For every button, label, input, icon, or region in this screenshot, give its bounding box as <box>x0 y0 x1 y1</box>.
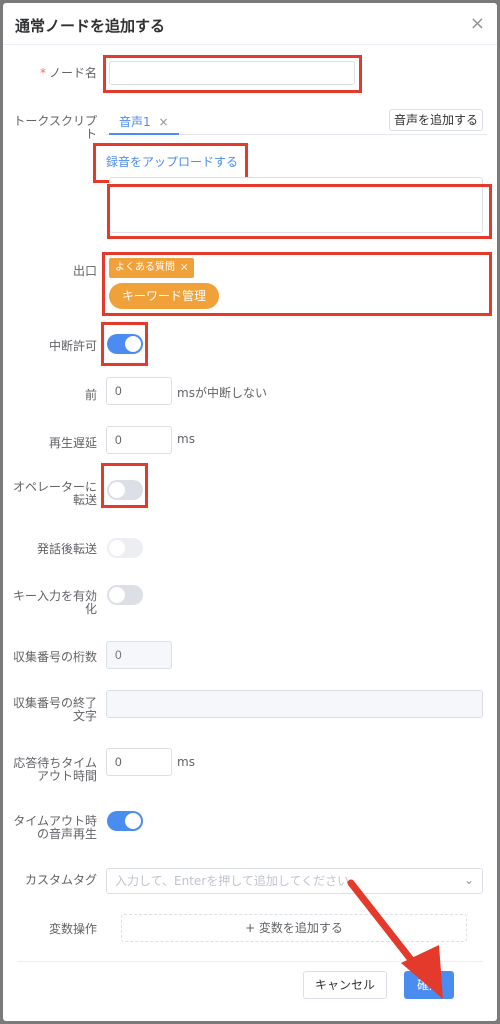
response-timeout-unit: ms <box>177 755 195 769</box>
add-variable-button[interactable]: + 変数を追加する <box>121 914 467 942</box>
playback-delay-unit: ms <box>177 432 195 446</box>
collect-end-char-input[interactable] <box>106 690 483 718</box>
close-icon[interactable]: × <box>180 262 188 273</box>
transfer-operator-label: オペレーターに転送 <box>12 480 97 507</box>
toggle-knob <box>109 482 125 498</box>
custom-tag-select[interactable]: 入力して、Enterを押して追加してください ⌄ <box>106 868 483 894</box>
toggle-knob <box>109 587 125 603</box>
collect-end-char-label: 収集番号の終了文字 <box>12 696 97 723</box>
add-voice-button[interactable]: 音声を追加する <box>389 109 483 131</box>
timeout-playback-label: タイムアウト時の音声再生 <box>13 814 97 841</box>
response-timeout-label: 応答待ちタイムアウト時間 <box>13 756 97 783</box>
transfer-after-label: 発話後転送 <box>36 542 97 556</box>
close-icon[interactable]: × <box>470 13 485 34</box>
toggle-knob <box>125 813 141 829</box>
talk-script-textarea[interactable] <box>109 177 483 233</box>
faq-tag: よくある質問 × <box>109 258 195 278</box>
cancel-button[interactable]: キャンセル <box>303 971 387 999</box>
custom-tag-placeholder: 入力して、Enterを押して追加してください <box>115 874 350 888</box>
keyword-management-button[interactable]: キーワード管理 <box>109 283 220 309</box>
dialog-title: 通常ノードを追加する <box>15 17 166 35</box>
transfer-after-toggle[interactable] <box>107 538 143 558</box>
upload-recording-link[interactable]: 録音をアップロードする <box>106 153 238 170</box>
transfer-operator-toggle[interactable] <box>107 480 143 500</box>
key-input-toggle[interactable] <box>107 585 143 605</box>
chevron-down-icon: ⌄ <box>463 873 474 887</box>
add-node-dialog: 通常ノードを追加する × * ノード名 トークスクリプト 音声1 × 音声を追加す… <box>3 3 497 1021</box>
playback-delay-label: 再生遅延 <box>48 436 97 450</box>
interrupt-toggle[interactable] <box>107 334 143 354</box>
footer-divider <box>17 961 483 962</box>
playback-delay-input[interactable] <box>106 426 172 454</box>
confirm-button[interactable]: 確定 <box>404 971 454 999</box>
talk-script-label: トークスクリプト <box>13 114 97 141</box>
toggle-knob <box>109 540 125 556</box>
custom-tag-label: カスタムタグ <box>24 873 97 887</box>
exit-label: 出口 <box>72 264 97 278</box>
close-icon[interactable]: × <box>158 115 168 129</box>
before-label: 前 <box>84 388 97 402</box>
response-timeout-input[interactable] <box>106 748 172 776</box>
before-input[interactable] <box>106 377 172 405</box>
dialog-header: 通常ノードを追加する × <box>3 3 497 45</box>
interrupt-label: 中断許可 <box>48 339 97 353</box>
toggle-knob <box>125 336 141 352</box>
timeout-playback-toggle[interactable] <box>107 811 143 831</box>
collect-digits-label: 収集番号の桁数 <box>12 650 97 664</box>
tab-active-indicator <box>109 133 179 135</box>
node-name-input[interactable] <box>109 61 355 85</box>
tab-voice-1[interactable]: 音声1 × <box>119 113 169 130</box>
collect-digits-input[interactable] <box>106 641 172 669</box>
required-mark: * <box>39 66 46 80</box>
before-unit: msが中断しない <box>177 386 267 400</box>
key-input-label: キー入力を有効化 <box>12 589 97 616</box>
node-name-label: * ノード名 <box>39 66 97 80</box>
variable-op-label: 変数操作 <box>48 922 97 936</box>
